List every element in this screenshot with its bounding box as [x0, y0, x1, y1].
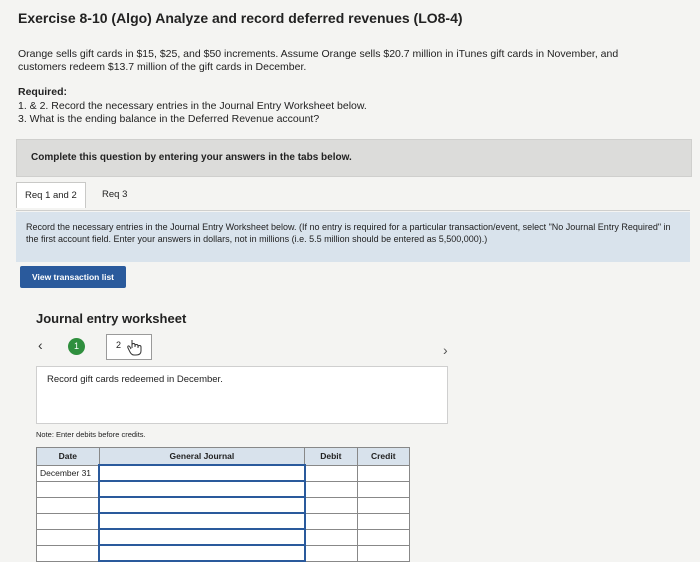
tab-req-3[interactable]: Req 3 [94, 182, 148, 208]
chevron-left-icon[interactable]: ‹ [38, 337, 43, 353]
account-field[interactable] [98, 464, 306, 482]
entry-note: Note: Enter debits before credits. [36, 430, 146, 439]
debit-field[interactable] [304, 464, 358, 482]
step-2-label: 2 [116, 340, 122, 350]
step-2-button[interactable]: 2 [106, 334, 152, 360]
header-credit: Credit [356, 447, 411, 466]
account-field[interactable] [98, 544, 306, 562]
step-1-button[interactable]: 1 [68, 338, 85, 355]
table-row: December 31 [36, 464, 411, 482]
debit-field[interactable] [304, 496, 358, 514]
table-row [36, 528, 411, 546]
transaction-description: Record gift cards redeemed in December. [47, 374, 223, 385]
view-transaction-list-button[interactable]: View transaction list [20, 266, 126, 288]
debit-field[interactable] [304, 480, 358, 498]
transaction-description-box: Record gift cards redeemed in December. [36, 366, 448, 424]
debit-field[interactable] [304, 528, 358, 546]
credit-field[interactable] [356, 496, 411, 514]
table-row [36, 544, 411, 562]
chevron-right-icon[interactable]: › [443, 342, 448, 358]
problem-intro: Orange sells gift cards in $15, $25, and… [18, 48, 619, 73]
account-field[interactable] [98, 512, 306, 530]
debit-field[interactable] [304, 544, 358, 562]
tab-bar: Req 1 and 2 Req 3 [16, 180, 690, 211]
header-date: Date [36, 447, 100, 466]
date-cell [36, 480, 100, 498]
worksheet-title: Journal entry worksheet [36, 311, 187, 326]
credit-field[interactable] [356, 512, 411, 530]
instructions-box: Record the necessary entries in the Jour… [16, 212, 690, 262]
table-row [36, 496, 411, 514]
hand-pointer-icon [127, 340, 142, 356]
journal-table: Date General Journal Debit Credit Decemb… [36, 447, 411, 562]
account-field[interactable] [98, 496, 306, 514]
date-cell [36, 512, 100, 530]
header-general-journal: General Journal [98, 447, 306, 466]
credit-field[interactable] [356, 528, 411, 546]
header-debit: Debit [304, 447, 358, 466]
date-cell [36, 544, 100, 562]
account-field[interactable] [98, 528, 306, 546]
instructions-text: Record the necessary entries in the Jour… [26, 222, 671, 244]
tab-req-1-and-2[interactable]: Req 1 and 2 [16, 182, 86, 208]
credit-field[interactable] [356, 480, 411, 498]
date-cell [36, 496, 100, 514]
table-row [36, 512, 411, 530]
table-row [36, 480, 411, 498]
required-item-2: 3. What is the ending balance in the Def… [18, 113, 320, 125]
credit-field[interactable] [356, 464, 411, 482]
account-field[interactable] [98, 480, 306, 498]
date-cell [36, 528, 100, 546]
date-cell: December 31 [36, 464, 100, 482]
required-heading: Required: [18, 86, 68, 98]
debit-field[interactable] [304, 512, 358, 530]
exercise-title: Exercise 8-10 (Algo) Analyze and record … [18, 10, 463, 26]
complete-question-bar: Complete this question by entering your … [16, 139, 692, 177]
complete-question-text: Complete this question by entering your … [31, 152, 352, 163]
credit-field[interactable] [356, 544, 411, 562]
required-item-1: 1. & 2. Record the necessary entries in … [18, 100, 367, 112]
